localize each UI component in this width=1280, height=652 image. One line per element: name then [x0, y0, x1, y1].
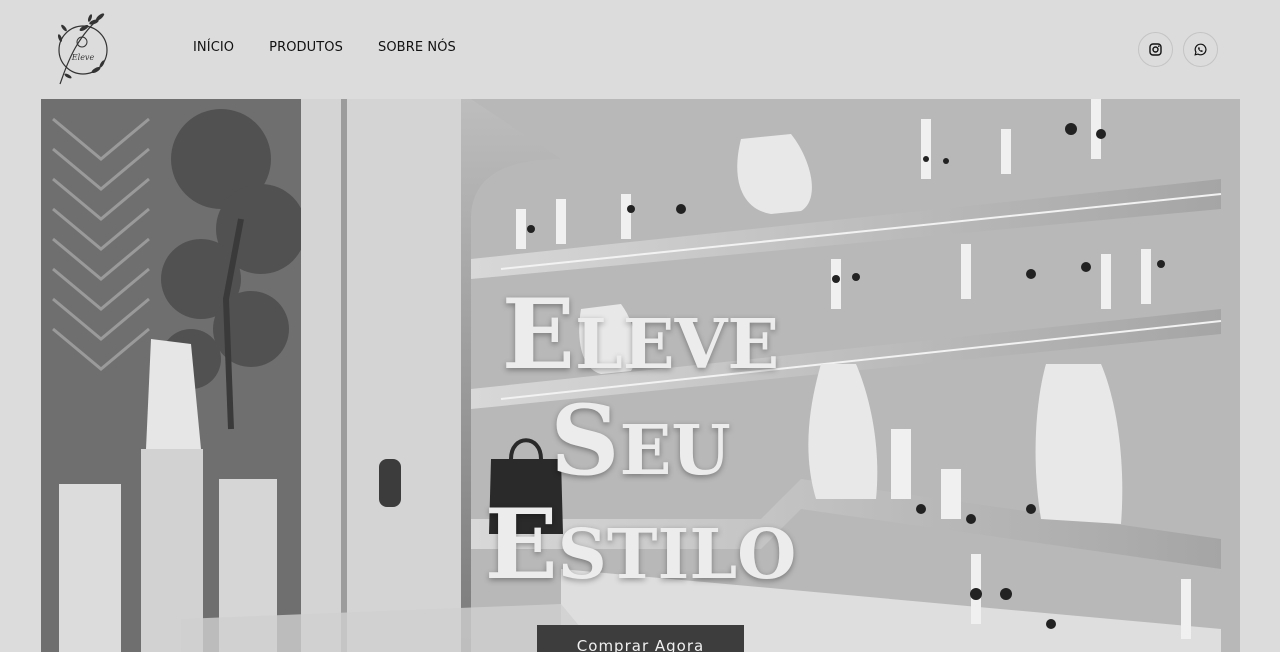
nav-produtos[interactable]: PRODUTOS [269, 40, 343, 55]
hero-line2-rest: EU [619, 411, 731, 491]
whatsapp-icon [1194, 43, 1207, 56]
instagram-button[interactable] [1138, 32, 1173, 67]
hero-line1-rest: LEVE [574, 305, 780, 385]
logo-wordmark: Eleve [71, 53, 95, 62]
nav-sobre-nos[interactable]: SOBRE NÓS [378, 40, 456, 55]
hero-line1-cap: E [501, 278, 575, 391]
shop-now-button[interactable]: Comprar Agora [537, 625, 744, 652]
hero-headline-line3: ESTILO [41, 497, 1240, 593]
hero-line3-rest: STILO [557, 515, 797, 595]
hero-line2-cap: S [550, 384, 620, 497]
brand-logo[interactable]: Eleve [54, 8, 112, 88]
whatsapp-button[interactable] [1183, 32, 1218, 67]
laurel-logo-icon: Eleve [57, 13, 108, 85]
nav-inicio[interactable]: INÍCIO [193, 40, 234, 55]
site-header: Eleve INÍCIO PRODUTOS SOBRE NÓS [0, 0, 1280, 99]
instagram-icon [1149, 43, 1162, 56]
hero-line3-cap: E [484, 488, 558, 601]
hero-headline-line2: SEU [41, 393, 1240, 489]
hero-banner: ELEVE SEU ESTILO Comprar Agora [41, 99, 1240, 652]
hero-headline-line1: ELEVE [41, 287, 1240, 383]
main-nav: INÍCIO PRODUTOS SOBRE NÓS [193, 40, 456, 55]
